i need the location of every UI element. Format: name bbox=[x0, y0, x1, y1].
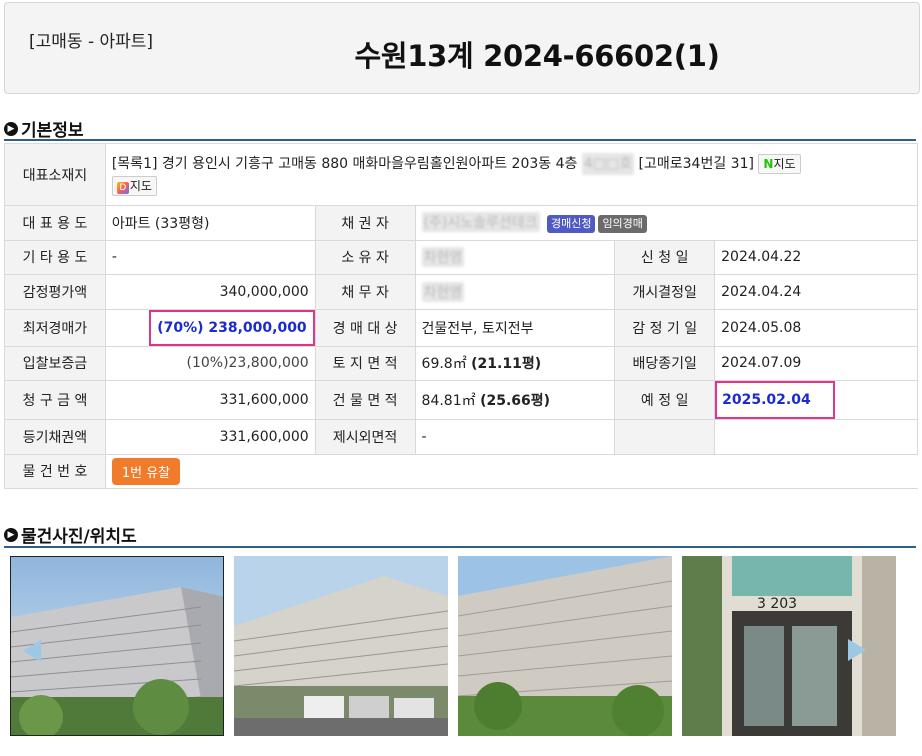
case-number-title: 수원13계 2024-66602(1) bbox=[354, 39, 720, 73]
scheduled-date-value: 2025.02.04 bbox=[715, 381, 836, 419]
appraisal-value: 340,000,000 bbox=[104, 274, 316, 310]
label-other-usage: 기 타 용 도 bbox=[4, 239, 106, 275]
registered-claim-value: 331,600,000 bbox=[104, 419, 316, 455]
label-apply-date: 신 청 일 bbox=[614, 239, 716, 275]
label-target: 경 매 대 상 bbox=[314, 308, 416, 347]
creditor-masked: (주)시노솔루션테크 bbox=[421, 212, 540, 233]
label-excluded-area: 제시외면적 bbox=[314, 419, 416, 455]
next-arrow-icon[interactable] bbox=[848, 639, 866, 661]
section-divider bbox=[4, 139, 916, 141]
label-creditor: 채 권 자 bbox=[314, 205, 416, 241]
label-scheduled-date: 예 정 일 bbox=[614, 380, 716, 420]
photo-4[interactable]: 3 203 bbox=[682, 556, 896, 736]
debtor-cell: 차현영 bbox=[414, 274, 616, 310]
label-appraisal-date: 감 정 기 일 bbox=[614, 308, 716, 347]
label-deposit: 입찰보증금 bbox=[4, 345, 106, 381]
photo-1[interactable] bbox=[10, 556, 224, 736]
min-price-value: (70%) 238,000,000 bbox=[149, 309, 315, 346]
item-number-cell: 1번 유찰 bbox=[104, 453, 918, 489]
land-area-pyeong: (21.11평) bbox=[471, 356, 542, 373]
daum-map-button[interactable]: D 지도 bbox=[111, 175, 157, 196]
empty-label-cell bbox=[614, 419, 716, 455]
target-value: 건물전부, 토지전부 bbox=[414, 308, 616, 347]
label-building-area: 건 물 면 적 bbox=[314, 380, 416, 420]
naver-map-button[interactable]: N지도 bbox=[758, 153, 801, 174]
photo-gallery: 3 203 bbox=[10, 556, 920, 736]
road-address: [고매로34번길 31] bbox=[638, 155, 754, 172]
debtor-masked: 차현영 bbox=[421, 281, 465, 302]
label-start-date: 개시결정일 bbox=[614, 274, 716, 310]
address-cell: [목록1] 경기 용인시 기흥구 고매동 880 매화마을우림홀인원아파트 20… bbox=[104, 143, 919, 206]
photo-3[interactable] bbox=[458, 556, 672, 736]
scheduled-date-cell: 2025.02.04 bbox=[714, 380, 918, 420]
owner-masked: 차현영 bbox=[421, 247, 465, 268]
label-appraisal: 감정평가액 bbox=[4, 274, 106, 310]
daum-icon: D bbox=[116, 181, 129, 194]
empty-value-cell bbox=[714, 419, 918, 455]
case-header: [고매동 - 아파트] 수원13계 2024-66602(1) bbox=[4, 2, 920, 94]
land-area-cell: 69.8㎡ (21.11평) bbox=[414, 345, 616, 381]
basic-info-table: 대표소재지 [목록1] 경기 용인시 기흥구 고매동 880 매화마을우림홀인원… bbox=[4, 143, 919, 489]
badge-auction-request: 경매신청 bbox=[546, 215, 596, 234]
photo-apartment-image bbox=[458, 556, 672, 736]
label-dividend-date: 배당종기일 bbox=[614, 345, 716, 381]
other-usage-value: - bbox=[104, 239, 316, 275]
badge-voluntary-auction: 임의경매 bbox=[598, 215, 647, 234]
min-price-cell: (70%) 238,000,000 bbox=[104, 308, 316, 347]
section-title-text: 물건사진/위치도 bbox=[21, 527, 137, 547]
masked-unit: 4□□호 bbox=[581, 152, 635, 175]
section-title-text: 기본정보 bbox=[21, 121, 84, 141]
section-title-basic: ▶ 기본정보 bbox=[4, 116, 84, 141]
label-claim: 청 구 금 액 bbox=[4, 380, 106, 420]
arrow-bullet-icon: ▶ bbox=[4, 527, 18, 542]
arrow-bullet-icon: ▶ bbox=[4, 121, 18, 136]
section-divider bbox=[4, 546, 916, 548]
naver-icon: N bbox=[763, 156, 774, 171]
building-area-pyeong: (25.66평) bbox=[480, 393, 551, 409]
excluded-area-value: - bbox=[414, 419, 616, 455]
label-owner: 소 유 자 bbox=[314, 239, 416, 275]
claim-value: 331,600,000 bbox=[104, 380, 316, 420]
dividend-date-value: 2024.07.09 bbox=[714, 345, 918, 381]
label-usage: 대 표 용 도 bbox=[4, 205, 106, 241]
label-item-number: 물 건 번 호 bbox=[4, 453, 106, 489]
land-area-value: 69.8㎡ bbox=[421, 356, 467, 373]
address-text: [목록1] 경기 용인시 기흥구 고매동 880 매화마을우림홀인원아파트 20… bbox=[111, 155, 578, 172]
building-area-value: 84.81㎡ bbox=[421, 393, 476, 409]
prev-arrow-icon[interactable] bbox=[23, 640, 41, 662]
owner-cell: 차현영 bbox=[414, 239, 616, 275]
section-title-photos: ▶ 물건사진/위치도 bbox=[4, 522, 137, 547]
failed-bid-button[interactable]: 1번 유찰 bbox=[111, 457, 181, 485]
photo-apartment-image bbox=[234, 556, 448, 736]
start-date-value: 2024.04.24 bbox=[714, 274, 918, 310]
appraisal-date-value: 2024.05.08 bbox=[714, 308, 918, 347]
label-debtor: 채 무 자 bbox=[314, 274, 416, 310]
photo-apartment-image bbox=[11, 557, 223, 735]
usage-value: 아파트 (33평형) bbox=[104, 205, 316, 241]
label-min-price: 최저경매가 bbox=[4, 308, 106, 347]
building-area-cell: 84.81㎡ (25.66평) bbox=[414, 380, 616, 420]
label-land-area: 토 지 면 적 bbox=[314, 345, 416, 381]
label-address: 대표소재지 bbox=[4, 143, 106, 206]
deposit-value: (10%)23,800,000 bbox=[104, 345, 316, 381]
label-registered-claim: 등기채권액 bbox=[4, 419, 106, 455]
creditor-cell: (주)시노솔루션테크 경매신청 임의경매 bbox=[414, 205, 919, 241]
apply-date-value: 2024.04.22 bbox=[714, 239, 918, 275]
svg-text:3 203: 3 203 bbox=[757, 596, 797, 612]
photo-2[interactable] bbox=[234, 556, 448, 736]
